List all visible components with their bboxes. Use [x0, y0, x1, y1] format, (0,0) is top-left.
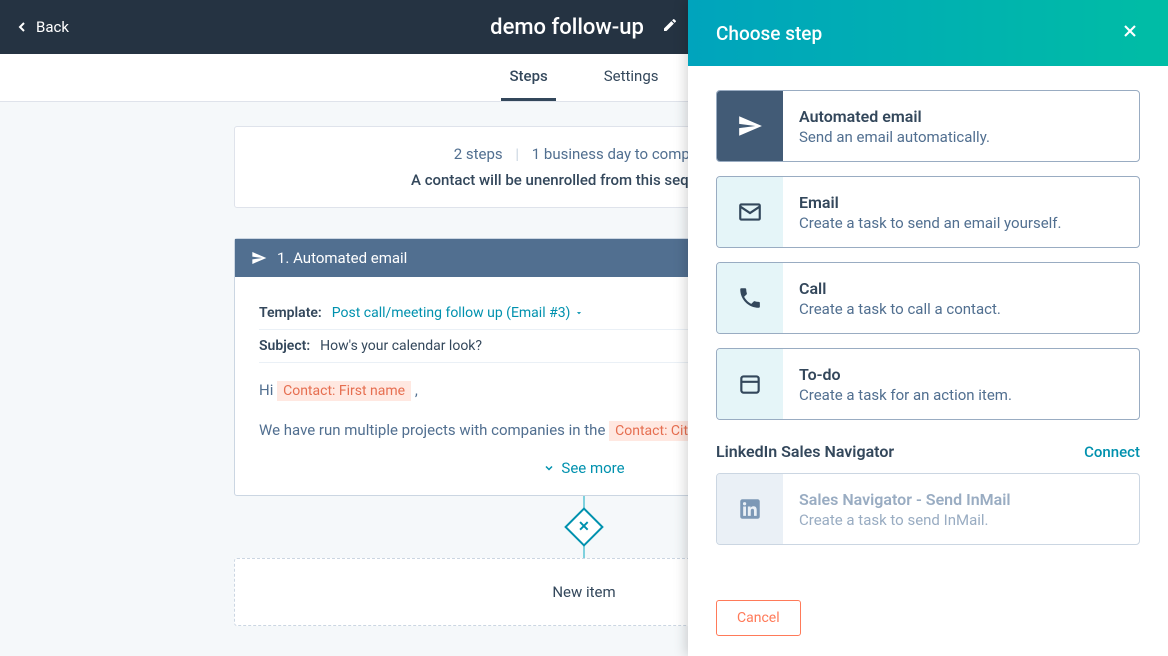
close-icon: ✕ [578, 519, 590, 535]
chevron-left-icon [14, 19, 30, 35]
option-desc: Send an email automatically. [799, 128, 990, 146]
linkedin-icon [717, 474, 783, 544]
close-icon [1120, 21, 1140, 41]
see-more-label: See more [561, 459, 624, 477]
cancel-label: Cancel [737, 610, 780, 626]
step-heading: 1. Automated email [277, 249, 407, 267]
option-call[interactable]: Call Create a task to call a contact. [716, 262, 1140, 334]
token-city[interactable]: Contact: City [609, 421, 701, 441]
choose-step-panel: Choose step Automated email Send an emai… [688, 0, 1168, 656]
linkedin-connect-link[interactable]: Connect [1084, 443, 1140, 461]
option-desc: Create a task to send an email yourself. [799, 214, 1061, 232]
token-first-name[interactable]: Contact: First name [277, 381, 411, 401]
option-desc: Create a task to send InMail. [799, 511, 1011, 529]
body-text: We have run multiple projects with compa… [259, 421, 605, 439]
panel-title: Choose step [716, 22, 822, 45]
summary-duration: 1 business day to complete [532, 145, 714, 163]
option-desc: Create a task to call a contact. [799, 300, 1001, 318]
linkedin-label: LinkedIn Sales Navigator [716, 442, 894, 461]
phone-icon [717, 263, 783, 333]
template-selector[interactable]: Post call/meeting follow up (Email #3) [332, 305, 585, 321]
new-item-label: New item [552, 583, 615, 601]
option-email[interactable]: Email Create a task to send an email you… [716, 176, 1140, 248]
panel-body: Automated email Send an email automatica… [688, 66, 1168, 580]
body-text: , [415, 381, 418, 399]
page-title: demo follow-up [490, 15, 644, 40]
envelope-icon [717, 177, 783, 247]
summary-steps-count: 2 steps [454, 145, 503, 163]
paper-plane-icon [717, 91, 783, 161]
template-label: Template: [259, 305, 322, 321]
cancel-button[interactable]: Cancel [716, 600, 801, 636]
remove-step-button[interactable]: ✕ [564, 507, 604, 547]
option-todo[interactable]: To-do Create a task for an action item. [716, 348, 1140, 420]
todo-icon [717, 349, 783, 419]
chevron-down-icon [543, 462, 555, 474]
option-automated-email[interactable]: Automated email Send an email automatica… [716, 90, 1140, 162]
option-title: Sales Navigator - Send InMail [799, 490, 1011, 509]
option-title: Automated email [799, 107, 990, 126]
option-linkedin-inmail: Sales Navigator - Send InMail Create a t… [716, 473, 1140, 545]
option-title: Call [799, 279, 1001, 298]
option-title: To-do [799, 365, 1012, 384]
back-button[interactable]: Back [14, 18, 69, 36]
tab-settings[interactable]: Settings [596, 54, 667, 101]
tab-steps-label: Steps [509, 67, 547, 85]
tab-settings-label: Settings [604, 67, 659, 85]
close-panel-button[interactable] [1120, 21, 1140, 45]
body-text: Hi [259, 381, 273, 399]
option-title: Email [799, 193, 1061, 212]
tab-steps[interactable]: Steps [501, 54, 555, 101]
edit-title-button[interactable] [662, 17, 678, 37]
pencil-icon [662, 17, 678, 33]
template-value: Post call/meeting follow up (Email #3) [332, 305, 571, 321]
caret-down-icon [574, 308, 584, 318]
subject-label: Subject: [259, 338, 310, 354]
divider: | [515, 145, 519, 163]
paper-plane-icon [251, 250, 267, 266]
panel-header: Choose step [688, 0, 1168, 66]
header-title-wrap: demo follow-up [490, 15, 678, 40]
subject-value: How's your calendar look? [320, 338, 482, 354]
panel-footer: Cancel [688, 580, 1168, 656]
back-label: Back [36, 18, 69, 36]
linkedin-section-header: LinkedIn Sales Navigator Connect [716, 442, 1140, 461]
option-desc: Create a task for an action item. [799, 386, 1012, 404]
